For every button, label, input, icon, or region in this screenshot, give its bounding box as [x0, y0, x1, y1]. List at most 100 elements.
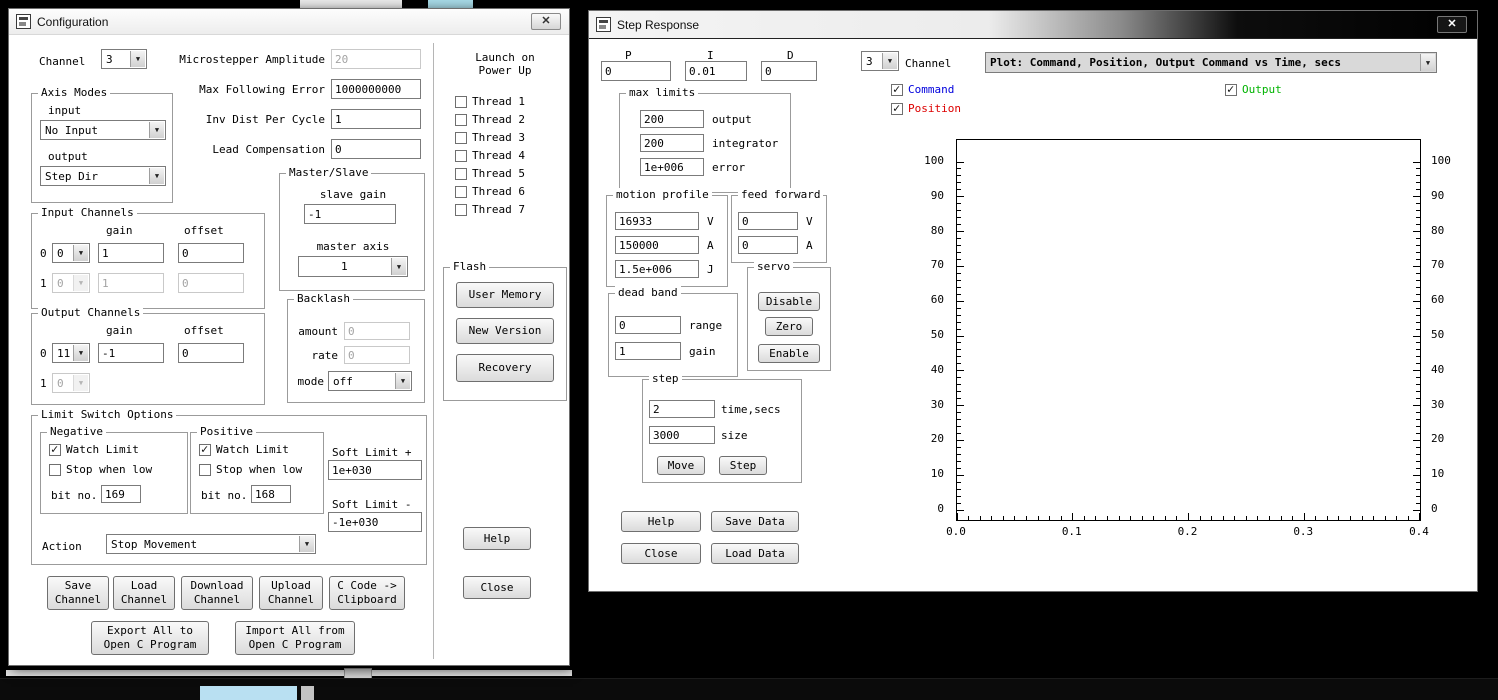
i-input[interactable] [685, 61, 747, 81]
thread-5-checkbox[interactable]: Thread 5 [455, 167, 525, 180]
position-checkbox[interactable]: Position [891, 102, 961, 115]
export-all-button[interactable]: Export All to Open C Program [91, 621, 209, 655]
close-icon[interactable]: ✕ [1437, 16, 1467, 33]
input-channel-0-offset[interactable] [178, 243, 244, 263]
axis-tick [1200, 516, 1201, 520]
servo-disable-button[interactable]: Disable [758, 292, 820, 311]
d-input[interactable] [761, 61, 817, 81]
action-select[interactable]: Stop Movement ▼ [106, 534, 316, 554]
channel-select[interactable]: 3 ▼ [101, 49, 147, 69]
taskbar-button[interactable] [301, 686, 314, 700]
step-time-input[interactable] [649, 400, 715, 418]
step-response-window: Step Response ✕ P I D 3 ▼ Channel Plot: … [588, 10, 1478, 592]
input-channel-0-select[interactable]: 0 ▼ [52, 243, 90, 263]
dead-band-gain-input[interactable] [615, 342, 681, 360]
velocity-input[interactable] [615, 212, 699, 230]
thread-3-checkbox[interactable]: Thread 3 [455, 131, 525, 144]
output-channel-0-select[interactable]: 11 ▼ [52, 343, 90, 363]
axis-tick [957, 475, 964, 476]
max-output-input[interactable] [640, 110, 704, 128]
axis-tick [957, 363, 961, 364]
thread-4-checkbox[interactable]: Thread 4 [455, 149, 525, 162]
negative-bit-input[interactable] [101, 485, 141, 503]
load-channel-button[interactable]: Load Channel [113, 576, 175, 610]
axis-tick [1413, 266, 1420, 267]
axis-tick [1413, 336, 1420, 337]
velocity-label: V [707, 215, 714, 228]
close-button[interactable]: Close [621, 543, 701, 564]
input-channel-1-select: 0 ▼ [52, 273, 90, 293]
max-error-input[interactable] [640, 158, 704, 176]
thread-6-checkbox[interactable]: Thread 6 [455, 185, 525, 198]
servo-zero-button[interactable]: Zero [765, 317, 813, 336]
thread-7-checkbox[interactable]: Thread 7 [455, 203, 525, 216]
help-button[interactable]: Help [463, 527, 531, 550]
positive-stop-when-low-checkbox[interactable]: Stop when low [199, 463, 302, 476]
axis-tick [957, 287, 961, 288]
download-channel-button[interactable]: Download Channel [181, 576, 253, 610]
user-memory-button[interactable]: User Memory [456, 282, 554, 308]
master-axis-select[interactable]: 1 ▼ [298, 256, 408, 277]
soft-limit-minus-input[interactable] [328, 512, 422, 532]
help-button[interactable]: Help [621, 511, 701, 532]
output-checkbox[interactable]: Output [1225, 83, 1282, 96]
max-following-error-input[interactable] [331, 79, 421, 99]
jerk-input[interactable] [615, 260, 699, 278]
step-button[interactable]: Step [719, 456, 767, 475]
feed-forward-v-input[interactable] [738, 212, 798, 230]
soft-limit-plus-input[interactable] [328, 460, 422, 480]
input-channel-0-value: 0 [57, 247, 64, 260]
max-integrator-input[interactable] [640, 134, 704, 152]
close-icon[interactable]: ✕ [531, 13, 561, 30]
upload-channel-button[interactable]: Upload Channel [259, 576, 323, 610]
axis-tick [957, 370, 964, 371]
thread-6-label: Thread 6 [472, 185, 525, 198]
save-channel-button[interactable]: Save Channel [47, 576, 109, 610]
launch-on-power-up-title: Launch on Power Up [441, 51, 569, 77]
checkbox-box [891, 103, 903, 115]
backlash-mode-select[interactable]: off ▼ [328, 371, 412, 391]
output-channel-0-offset[interactable] [178, 343, 244, 363]
axis-tick [957, 440, 964, 441]
slave-gain-input[interactable] [304, 204, 396, 224]
thread-1-checkbox[interactable]: Thread 1 [455, 95, 525, 108]
configuration-titlebar[interactable]: Configuration ✕ [9, 9, 569, 35]
output-channel-0-gain[interactable] [98, 343, 164, 363]
taskbar-button[interactable] [200, 686, 297, 700]
dead-band-range-input[interactable] [615, 316, 681, 334]
negative-stop-when-low-checkbox[interactable]: Stop when low [49, 463, 152, 476]
lead-compensation-input[interactable] [331, 139, 421, 159]
feed-forward-a-input[interactable] [738, 236, 798, 254]
axis-tick [957, 454, 961, 455]
step-response-titlebar[interactable]: Step Response ✕ [589, 11, 1477, 39]
channel-label: Channel [905, 57, 951, 70]
axis-label: 40 [931, 363, 944, 376]
axis-input-select[interactable]: No Input ▼ [40, 120, 166, 140]
acceleration-input[interactable] [615, 236, 699, 254]
p-input[interactable] [601, 61, 671, 81]
move-button[interactable]: Move [657, 456, 705, 475]
axis-tick [1416, 496, 1420, 497]
plot-type-select[interactable]: Plot: Command, Position, Output Command … [985, 52, 1437, 73]
c-code-clipboard-button[interactable]: C Code -> Clipboard [329, 576, 405, 610]
step-size-input[interactable] [649, 426, 715, 444]
positive-watch-limit-checkbox[interactable]: Watch Limit [199, 443, 289, 456]
chevron-down-icon: ▼ [149, 168, 164, 184]
window-title: Step Response [617, 18, 699, 32]
inv-dist-per-cycle-input[interactable] [331, 109, 421, 129]
load-data-button[interactable]: Load Data [711, 543, 799, 564]
recovery-button[interactable]: Recovery [456, 354, 554, 382]
servo-enable-button[interactable]: Enable [758, 344, 820, 363]
negative-watch-limit-checkbox[interactable]: Watch Limit [49, 443, 139, 456]
backlash-title: Backlash [294, 292, 353, 305]
import-all-button[interactable]: Import All from Open C Program [235, 621, 355, 655]
save-data-button[interactable]: Save Data [711, 511, 799, 532]
close-button[interactable]: Close [463, 576, 531, 599]
positive-bit-input[interactable] [251, 485, 291, 503]
new-version-button[interactable]: New Version [456, 318, 554, 344]
thread-2-checkbox[interactable]: Thread 2 [455, 113, 525, 126]
axis-output-select[interactable]: Step Dir ▼ [40, 166, 166, 186]
command-checkbox[interactable]: Command [891, 83, 954, 96]
channel-select[interactable]: 3 ▼ [861, 51, 899, 71]
input-channel-0-gain[interactable] [98, 243, 164, 263]
